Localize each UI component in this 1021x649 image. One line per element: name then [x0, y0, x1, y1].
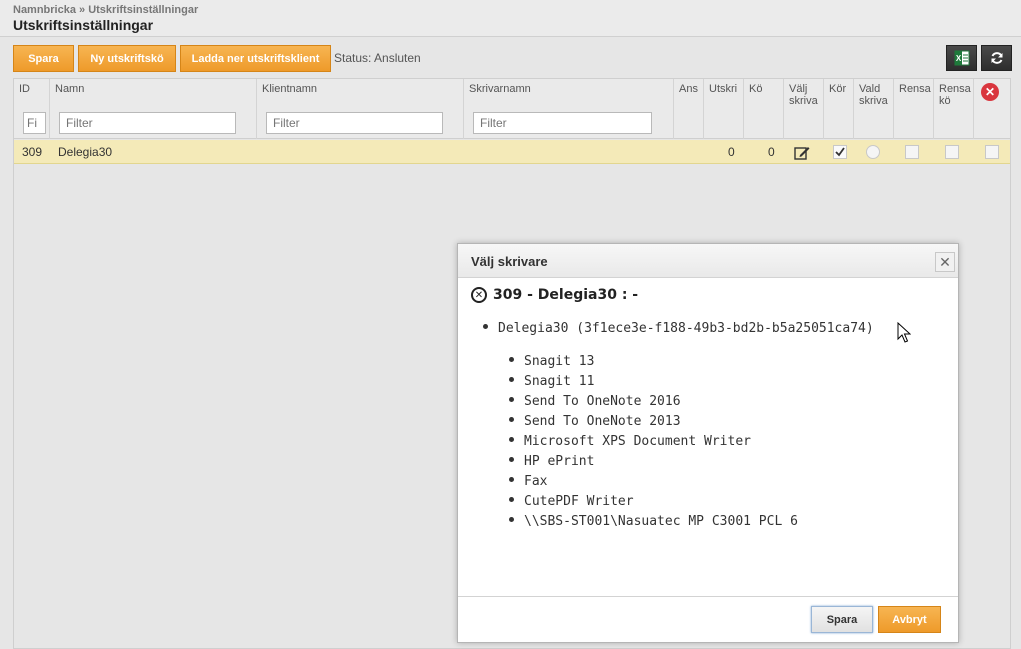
column-choose-printer[interactable]: Välj skriva [784, 79, 824, 139]
column-id-label: ID [19, 83, 30, 95]
svg-text:X: X [955, 54, 961, 63]
printer-list-item[interactable]: Snagit 13 [509, 354, 594, 369]
column-client-name[interactable]: Klientnamn [257, 79, 464, 139]
excel-export-icon: X [954, 50, 969, 66]
printer-list-item[interactable]: Snagit 11 [509, 374, 594, 389]
close-icon[interactable]: ✕ [935, 252, 955, 272]
column-client-name-label: Klientnamn [262, 83, 318, 95]
refresh-icon [991, 52, 1002, 64]
column-queue-label: Kö [749, 83, 763, 95]
chosen-printer-radio[interactable] [866, 145, 880, 159]
bullet-icon [483, 324, 488, 329]
column-printer-name[interactable]: Skrivarnamn [464, 79, 674, 139]
new-print-queue-button[interactable]: Ny utskriftskö [78, 45, 176, 72]
printer-filter-input[interactable] [473, 112, 652, 134]
clean-checkbox[interactable] [905, 145, 919, 159]
column-running-label: Kör [829, 83, 847, 95]
dialog-title: Välj skrivare [471, 254, 548, 269]
column-name-label: Namn [55, 83, 85, 95]
bullet-icon [509, 517, 514, 522]
id-filter-input[interactable] [23, 112, 46, 134]
choose-printer-dialog: Välj skrivare ✕ ✕ 309 - Delegia30 : - De… [457, 243, 959, 643]
row-utskri: 0 [728, 145, 735, 159]
bullet-icon [509, 397, 514, 402]
printer-list-item[interactable]: Send To OneNote 2013 [509, 414, 681, 429]
printer-list-item[interactable]: HP ePrint [509, 454, 594, 469]
column-id[interactable]: ID [14, 79, 50, 139]
bullet-icon [509, 477, 514, 482]
column-chosen-printer-label: Vald skriva [859, 83, 888, 107]
bullet-icon [509, 497, 514, 502]
breadcrumb[interactable]: Namnbricka » Utskriftsinställningar [13, 4, 198, 16]
column-utskri-label: Utskri [709, 83, 738, 95]
dialog-body: ✕ 309 - Delegia30 : - Delegia30 (3f1ece3… [458, 279, 958, 596]
save-button[interactable]: Spara [13, 45, 74, 72]
column-utskri[interactable]: Utskri [704, 79, 744, 139]
bullet-icon [509, 437, 514, 442]
column-ans[interactable]: Ans [674, 79, 704, 139]
excel-export-button[interactable]: X [946, 45, 977, 71]
name-filter-input[interactable] [59, 112, 236, 134]
clean-queue-checkbox[interactable] [945, 145, 959, 159]
printer-list-item[interactable]: Send To OneNote 2016 [509, 394, 681, 409]
edit-icon[interactable] [794, 145, 810, 160]
column-running[interactable]: Kör [824, 79, 854, 139]
dialog-save-button[interactable]: Spara [811, 606, 873, 633]
dialog-cancel-button[interactable]: Avbryt [878, 606, 941, 633]
printer-list-item[interactable]: \\SBS-ST001\Nasuatec MP C3001 PCL 6 [509, 514, 798, 529]
row-queue: 0 [768, 145, 775, 159]
checkmark-icon [835, 147, 845, 157]
column-clean-queue[interactable]: Rensa kö [934, 79, 974, 139]
column-clean[interactable]: Rensa [894, 79, 934, 139]
column-queue[interactable]: Kö [744, 79, 784, 139]
remove-all-icon[interactable]: ✕ [981, 83, 999, 101]
remove-checkbox[interactable] [985, 145, 999, 159]
column-clean-queue-label: Rensa kö [939, 83, 971, 107]
dialog-header: Välj skrivare ✕ [458, 244, 958, 278]
dialog-subtitle-text: 309 - Delegia30 : - [493, 287, 639, 303]
page-title: Utskriftsinställningar [13, 17, 154, 33]
top-bar: Namnbricka » Utskriftsinställningar Utsk… [0, 0, 1021, 37]
row-id: 309 [22, 145, 43, 159]
connection-status: Status: Ansluten [334, 51, 421, 65]
download-client-button[interactable]: Ladda ner utskriftsklient [180, 45, 331, 72]
dialog-subtitle: ✕ 309 - Delegia30 : - [471, 287, 638, 303]
client-label: Delegia30 (3f1ece3e-f188-49b3-bd2b-b5a25… [498, 321, 874, 336]
column-chosen-printer[interactable]: Vald skriva [854, 79, 894, 139]
running-checkbox[interactable] [833, 145, 847, 159]
printer-list-item[interactable]: Fax [509, 474, 547, 489]
client-list-item: Delegia30 (3f1ece3e-f188-49b3-bd2b-b5a25… [483, 321, 874, 336]
bullet-icon [509, 357, 514, 362]
remove-circle-icon[interactable]: ✕ [471, 287, 487, 303]
bullet-icon [509, 457, 514, 462]
table-row[interactable]: 309 Delegia30 0 0 [14, 140, 1010, 164]
printer-list-item[interactable]: CutePDF Writer [509, 494, 634, 509]
grid-header: ID Namn Klientnamn Skrivarnamn Ans Utskr… [14, 79, 1010, 139]
column-clean-label: Rensa [899, 83, 931, 95]
bullet-icon [509, 377, 514, 382]
row-name: Delegia30 [58, 145, 113, 159]
bullet-icon [509, 417, 514, 422]
mouse-cursor-icon [897, 322, 911, 343]
column-printer-name-label: Skrivarnamn [469, 83, 531, 95]
dialog-footer: Spara Avbryt [458, 596, 958, 642]
column-name[interactable]: Namn [50, 79, 257, 139]
column-ans-label: Ans [679, 83, 698, 95]
client-filter-input[interactable] [266, 112, 443, 134]
refresh-button[interactable] [981, 45, 1012, 71]
printer-list-item[interactable]: Microsoft XPS Document Writer [509, 434, 751, 449]
column-choose-printer-label: Välj skriva [789, 83, 818, 107]
